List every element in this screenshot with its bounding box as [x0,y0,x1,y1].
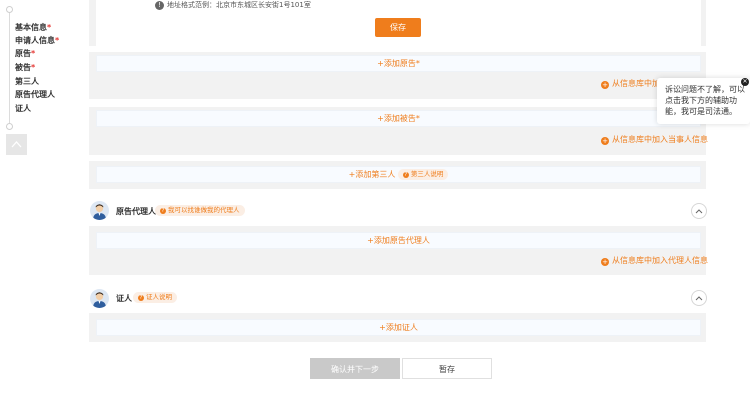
add-third-party-button[interactable]: +添加第三人 [349,170,396,179]
nav-line [9,8,10,126]
plus-circle-icon: + [601,137,609,145]
address-hint: 地址格式范例：北京市东城区长安街1号101室 [167,1,311,9]
agent-section-title: 原告代理人 [116,207,156,216]
witness-avatar [90,289,109,308]
person-icon [93,204,106,220]
agent-avatar [90,201,109,220]
agent-library-link[interactable]: + 从信息库中加入代理人信息 [601,255,708,266]
nav-item-plaintiff[interactable]: 原告* [15,48,35,59]
assistant-tooltip: 诉讼问题不了解，可以点击我下方的辅助功能，我可是司法通。 [657,78,750,124]
required-mark: * [31,63,36,72]
assistant-text: 诉讼问题不了解，可以点击我下方的辅助功能，我可是司法通。 [665,85,745,116]
witness-collapse-button[interactable] [691,290,707,306]
add-plaintiff-button[interactable]: +添加原告* [96,55,701,72]
witness-hint[interactable]: ? 证人说明 [133,292,177,303]
required-mark: * [47,23,52,32]
nav-dot-bottom [6,123,13,130]
add-witness-button[interactable]: +添加证人 [96,319,701,336]
agent-collapse-button[interactable] [691,203,707,219]
defendant-library-link[interactable]: + 从信息库中加入当事人信息 [601,134,708,145]
add-defendant-button[interactable]: +添加被告* [96,110,701,127]
witness-section-title: 证人 [116,294,132,303]
plus-circle-icon: + [601,258,609,266]
chevron-up-icon [695,296,703,301]
required-mark: * [55,36,60,45]
nav-item-defendant[interactable]: 被告* [15,62,35,73]
nav-item-basic-info[interactable]: 基本信息* [15,22,51,33]
question-icon: ? [138,295,144,301]
draft-button[interactable]: 暂存 [402,358,492,379]
nav-item-witness[interactable]: 证人 [15,103,31,114]
third-party-hint[interactable]: ? 第三人说明 [397,169,449,180]
chevron-up-icon [695,209,703,214]
confirm-next-button[interactable]: 确认并下一步 [310,358,400,379]
nav-item-third-party[interactable]: 第三人 [15,76,39,87]
question-icon: ? [160,208,166,214]
close-icon[interactable]: ✕ [741,78,749,86]
nav-item-agent[interactable]: 原告代理人 [15,89,55,100]
nav-dot-top [6,6,13,13]
person-icon [93,292,106,308]
chevron-up-icon [11,141,22,148]
add-third-party-row: +添加第三人 ? 第三人说明 [96,166,701,183]
back-to-top-button[interactable] [6,134,27,155]
plus-circle-icon: + [601,81,609,89]
save-button[interactable]: 保存 [375,18,421,37]
question-icon: ? [402,172,409,178]
add-agent-button[interactable]: +添加原告代理人 [96,232,701,249]
info-icon: ! [155,1,164,10]
nav-item-applicant[interactable]: 申请人信息* [15,35,59,46]
required-mark: * [31,49,36,58]
agent-hint[interactable]: ? 我可以找谁做我的代理人 [155,205,245,216]
